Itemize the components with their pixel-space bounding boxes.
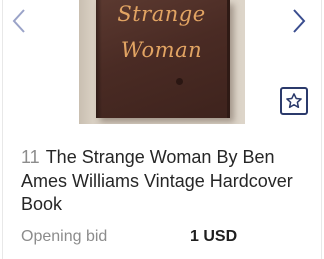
chevron-left-icon <box>12 9 25 33</box>
previous-image-button[interactable] <box>8 6 30 36</box>
chevron-right-icon <box>293 9 306 33</box>
lot-title-block[interactable]: 11 The Strange Woman By Ben Ames Williams… <box>21 146 311 217</box>
next-image-button[interactable] <box>288 6 310 36</box>
lot-image[interactable]: Strange Woman <box>79 0 245 124</box>
lot-card[interactable]: Strange Woman 11 The Strange Woman By Ben… <box>0 0 324 259</box>
opening-bid-label: Opening bid <box>21 228 108 245</box>
star-icon <box>286 93 302 109</box>
watch-lot-button[interactable] <box>280 87 308 115</box>
photo-carousel: Strange Woman <box>0 0 324 128</box>
lot-number: 11 <box>21 147 40 167</box>
opening-bid-amount: 1 USD <box>190 228 238 245</box>
cover-mark <box>176 78 183 85</box>
lot-title[interactable]: The Strange Woman By Ben Ames Williams V… <box>21 147 293 214</box>
cover-text-line-1: Strange <box>117 2 206 26</box>
bid-row: Opening bid 1 USD <box>21 228 311 250</box>
cover-text-line-2: Woman <box>120 38 203 62</box>
